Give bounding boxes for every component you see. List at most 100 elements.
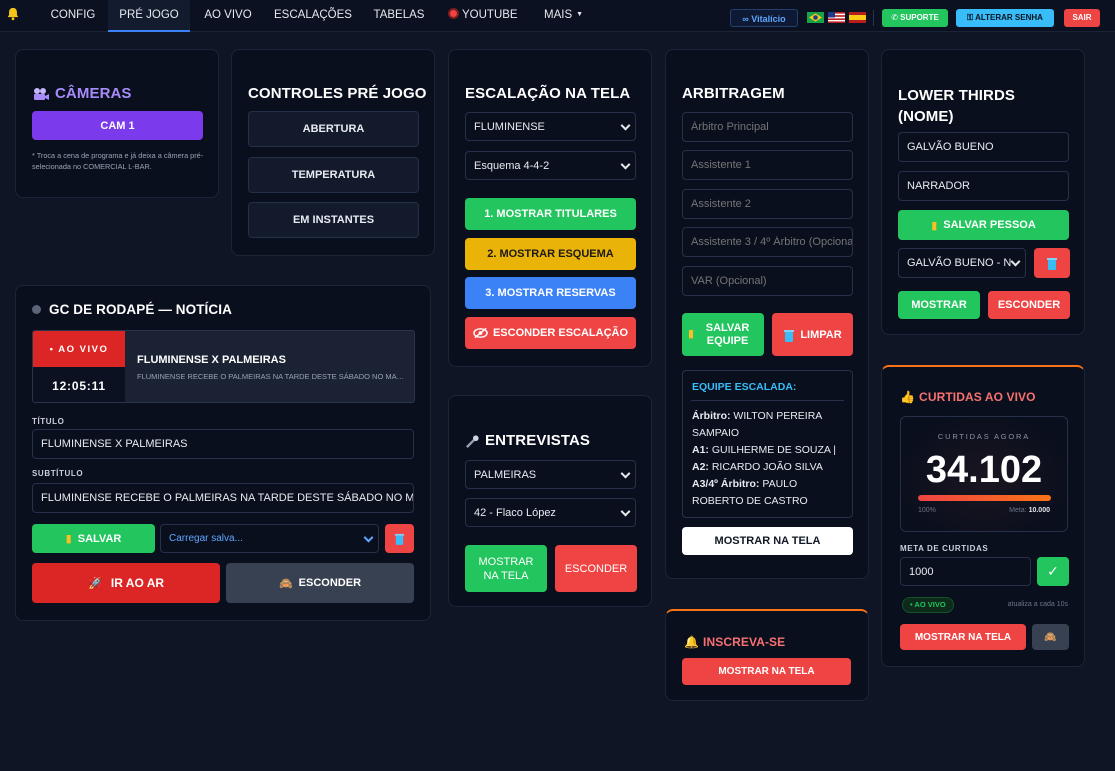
referee-name: RICARDO JOÃO SILVA <box>711 461 823 473</box>
titulo-input[interactable]: FLUMINENSE X PALMEIRAS <box>32 429 414 459</box>
subtitulo-label: SUBTÍTULO <box>32 469 84 478</box>
meta-curtidas-label: META DE CURTIDAS <box>900 544 989 553</box>
lt-mostrar-button[interactable]: MOSTRAR <box>898 291 980 319</box>
lt-saved-select[interactable]: GALVÃO BUENO - N <box>898 248 1026 278</box>
nav-ao-vivo[interactable]: AO VIVO <box>196 0 260 32</box>
role-label: A3/4º Árbitro: <box>692 478 760 490</box>
role-label: Árbitro: <box>692 410 731 422</box>
entrevista-esconder-button[interactable]: ESCONDER <box>555 545 637 592</box>
assistente-3-input[interactable] <box>682 227 853 257</box>
nav-escalacoes[interactable]: ESCALAÇÕES <box>274 0 352 32</box>
entrevistas-title: ENTREVISTAS <box>465 432 590 449</box>
lower-thirds-title: LOWER THIRDS (NOME) <box>898 87 1016 125</box>
lt-role-input[interactable]: NARRADOR <box>898 171 1069 201</box>
salvar-pessoa-label: SALVAR PESSOA <box>943 219 1036 231</box>
salvar-equipe-button[interactable]: ▮ SALVAR EQUIPE <box>682 313 764 356</box>
save-icon: ▮ <box>688 328 695 340</box>
live-badge: • AO VIVO <box>33 331 125 367</box>
subtitulo-input[interactable]: FLUMINENSE RECEBE O PALMEIRAS NA TARDE D… <box>32 483 414 513</box>
curtidas-mostrar-button[interactable]: MOSTRAR NA TELA <box>900 624 1026 650</box>
hide-icon: 🙈 <box>1044 631 1057 643</box>
mostrar-titulares-button[interactable]: 1. MOSTRAR TITULARES <box>465 198 636 230</box>
infinity-icon: ∞ <box>742 14 749 24</box>
var-input[interactable] <box>682 266 853 296</box>
esconder-escalacao-button[interactable]: ESCONDER ESCALAÇÃO <box>465 317 636 349</box>
arbitro-principal-input[interactable] <box>682 112 853 142</box>
chevron-down-icon <box>620 120 631 131</box>
cam-1-button[interactable]: CAM 1 <box>32 111 203 140</box>
temperatura-button[interactable]: TEMPERATURA <box>248 157 419 193</box>
save-icon: ▮ <box>931 219 938 232</box>
salvar-equipe-label: SALVAR EQUIPE <box>705 321 750 347</box>
confirm-meta-button[interactable]: ✓ <box>1037 557 1069 586</box>
salvar-pessoa-button[interactable]: ▮ SALVAR PESSOA <box>898 210 1069 240</box>
camera-group-icon <box>34 88 49 101</box>
scheme-select[interactable]: Esquema 4-4-2 <box>465 151 636 180</box>
role-label: A2: <box>692 461 709 473</box>
equipe-list: Árbitro: WILTON PEREIRA SAMPAIO A1: GUIL… <box>692 408 850 510</box>
gc-esconder-button[interactable]: 🙈 ESCONDER <box>226 563 414 603</box>
lt-saved-select-value: GALVÃO BUENO - N <box>907 257 1012 269</box>
team-select[interactable]: FLUMINENSE <box>465 112 636 141</box>
suporte-button[interactable]: ✆ SUPORTE <box>882 9 948 27</box>
update-note: atualiza a cada 10s <box>1007 601 1068 608</box>
inscreva-title-text: INSCREVA-SE <box>703 635 786 649</box>
vitalicio-badge[interactable]: ∞ Vitalício <box>730 9 798 27</box>
lt-esconder-button[interactable]: ESCONDER <box>988 291 1070 319</box>
mostrar-reservas-button[interactable]: 3. MOSTRAR RESERVAS <box>465 277 636 309</box>
alterar-senha-button[interactable]: ⚿ ALTERAR SENHA <box>956 9 1054 27</box>
meta-curtidas-input[interactable]: 1000 <box>900 557 1031 586</box>
ir-ao-ar-button[interactable]: 🚀 IR AO AR <box>32 563 220 603</box>
bell-icon[interactable] <box>6 7 20 21</box>
arbitragem-card: ARBITRAGEM ▮ SALVAR EQUIPE LIMPAR EQUIPE … <box>665 49 869 579</box>
esconder-escalacao-label: ESCONDER ESCALAÇÃO <box>492 327 629 339</box>
nav-tabelas[interactable]: TABELAS <box>368 0 430 32</box>
meta-value: 10.000 <box>1028 507 1050 514</box>
cameras-title-text: CÂMERAS <box>55 85 132 102</box>
em-instantes-button[interactable]: EM INSTANTES <box>248 202 419 238</box>
mostrar-esquema-button[interactable]: 2. MOSTRAR ESQUEMA <box>465 238 636 270</box>
suporte-label: SUPORTE <box>900 13 939 22</box>
carregar-select[interactable]: Carregar salva... <box>160 524 379 553</box>
spain-flag-icon[interactable] <box>849 12 866 23</box>
entrevista-player-value: 42 - Flaco López <box>474 506 556 519</box>
top-navbar: CONFIG PRÉ JOGO AO VIVO ESCALAÇÕES TABEL… <box>0 0 1115 32</box>
lt-name-input[interactable]: GALVÃO BUENO <box>898 132 1069 162</box>
sair-button[interactable]: SAIR <box>1064 9 1100 27</box>
gc-salvar-button[interactable]: ▮ SALVAR <box>32 524 155 553</box>
ir-ao-ar-label: IR AO AR <box>110 576 165 590</box>
nav-pre-jogo[interactable]: PRÉ JOGO <box>108 0 190 32</box>
entrevistas-title-text: ENTREVISTAS <box>485 432 591 449</box>
assistente-1-input[interactable] <box>682 150 853 180</box>
alterar-senha-label: ALTERAR SENHA <box>975 13 1043 22</box>
microphone-icon <box>466 434 479 448</box>
trash-icon <box>394 533 405 545</box>
chevron-down-icon <box>620 506 631 517</box>
progress-pct: 100% <box>918 507 936 514</box>
nav-youtube-label: YOUTUBE <box>462 9 518 21</box>
brazil-flag-icon[interactable] <box>807 12 824 23</box>
ao-vivo-status-badge: • AO VIVO <box>902 597 954 613</box>
curtidas-hide-button[interactable]: 🙈 <box>1032 624 1069 650</box>
curtidas-card: 👍 CURTIDAS AO VIVO CURTIDAS AGORA 34.102 … <box>881 365 1085 667</box>
delete-pessoa-button[interactable] <box>1034 248 1070 278</box>
nav-mais[interactable]: MAIS ▼ <box>544 0 594 32</box>
mostrar-arbitragem-button[interactable]: MOSTRAR NA TELA <box>682 527 853 555</box>
nav-youtube[interactable]: YOUTUBE <box>448 0 528 32</box>
preview-subtitle: FLUMINENSE RECEBE O PALMEIRAS NA TARDE D… <box>137 372 405 381</box>
trash-icon <box>784 329 795 342</box>
usa-flag-icon[interactable] <box>828 12 845 23</box>
inscreva-mostrar-button[interactable]: MOSTRAR NA TELA <box>682 658 851 685</box>
entrevista-player-select[interactable]: 42 - Flaco López <box>465 498 636 527</box>
limpar-button[interactable]: LIMPAR <box>772 313 853 356</box>
caret-down-icon: ▼ <box>576 11 584 18</box>
abertura-button[interactable]: ABERTURA <box>248 111 419 147</box>
entrevista-mostrar-button[interactable]: MOSTRAR NA TELA <box>465 545 547 592</box>
escalacao-title: ESCALAÇÃO NA TELA <box>465 85 631 102</box>
cameras-note: * Troca a cena de programa e já deixa a … <box>32 151 204 171</box>
nav-config[interactable]: CONFIG <box>40 0 106 32</box>
gc-delete-button[interactable] <box>385 524 414 553</box>
assistente-2-input[interactable] <box>682 189 853 219</box>
equipe-arbitro: Árbitro: WILTON PEREIRA SAMPAIO <box>692 408 850 442</box>
entrevista-team-select[interactable]: PALMEIRAS <box>465 460 636 489</box>
